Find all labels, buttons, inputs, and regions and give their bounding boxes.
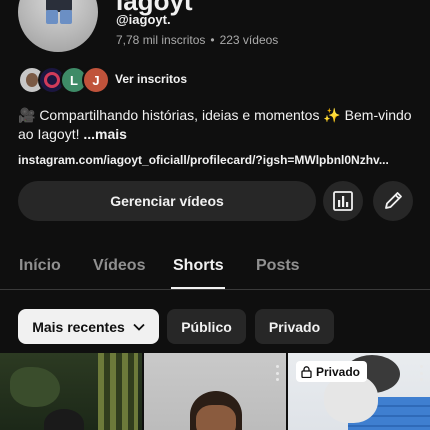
- tab-shorts[interactable]: Shorts: [173, 257, 224, 275]
- channel-avatar[interactable]: [18, 0, 98, 52]
- sort-dropdown[interactable]: Mais recentes: [18, 309, 159, 344]
- private-badge-label: Privado: [316, 364, 361, 379]
- person-photo-icon: [26, 73, 38, 87]
- logo-ring-icon: [44, 72, 60, 88]
- thumbnail-face: [324, 375, 378, 423]
- video-count: 223 vídeos: [219, 33, 279, 47]
- edit-channel-button[interactable]: [373, 181, 413, 221]
- subscriber-avatar-4: J: [82, 66, 110, 94]
- stats-separator: •: [210, 33, 215, 47]
- tab-posts[interactable]: Posts: [256, 257, 300, 275]
- thumbnail-blinds: [98, 353, 138, 430]
- private-badge: Privado: [296, 361, 368, 382]
- pencil-icon: [385, 192, 402, 209]
- avatar-legs-right: [60, 10, 72, 24]
- more-options-icon[interactable]: [276, 365, 280, 381]
- lock-icon: [301, 365, 312, 378]
- chevron-down-icon: [133, 323, 145, 331]
- manage-videos-button[interactable]: Gerenciar vídeos: [18, 181, 316, 221]
- tab-inicio[interactable]: Início: [19, 257, 61, 275]
- channel-tabs: Início Vídeos Shorts Posts: [0, 246, 430, 290]
- avatar-legs-left: [46, 10, 58, 24]
- bio-text: 🎥 Compartilhando histórias, ideias e mom…: [18, 107, 412, 142]
- filter-public-chip[interactable]: Público: [167, 309, 246, 344]
- tab-videos[interactable]: Vídeos: [93, 257, 145, 275]
- more-options-icon[interactable]: [420, 365, 424, 381]
- bio-more-link[interactable]: ...mais: [83, 126, 127, 142]
- filter-private-chip[interactable]: Privado: [255, 309, 334, 344]
- bar-chart-icon: [333, 191, 353, 211]
- short-thumbnail-3[interactable]: Privado: [288, 353, 430, 430]
- short-thumbnail-1[interactable]: [0, 353, 142, 430]
- see-subscribers-link[interactable]: Ver inscritos: [115, 72, 187, 86]
- channel-header: Iagoyt @iagoyt. 7,78 mil inscritos • 223 v…: [0, 0, 430, 60]
- subscriber-count: 7,78 mil inscritos: [116, 33, 206, 47]
- thumbnail-person: [44, 409, 84, 430]
- thumbnail-face: [196, 405, 236, 430]
- channel-handle: @iagoyt.: [116, 12, 171, 27]
- subscriber-preview[interactable]: L J Ver inscritos: [18, 66, 278, 94]
- channel-stats: 7,78 mil inscritos • 223 vídeos: [116, 33, 278, 47]
- thumbnail-plant: [10, 367, 60, 407]
- sort-label: Mais recentes: [32, 318, 125, 335]
- active-tab-indicator: [171, 287, 225, 289]
- analytics-button[interactable]: [323, 181, 363, 221]
- channel-link[interactable]: instagram.com/iagoyt_oficiall/profilecar…: [18, 153, 389, 167]
- short-thumbnail-2[interactable]: [144, 353, 286, 430]
- channel-description[interactable]: 🎥 Compartilhando histórias, ideias e mom…: [18, 106, 418, 144]
